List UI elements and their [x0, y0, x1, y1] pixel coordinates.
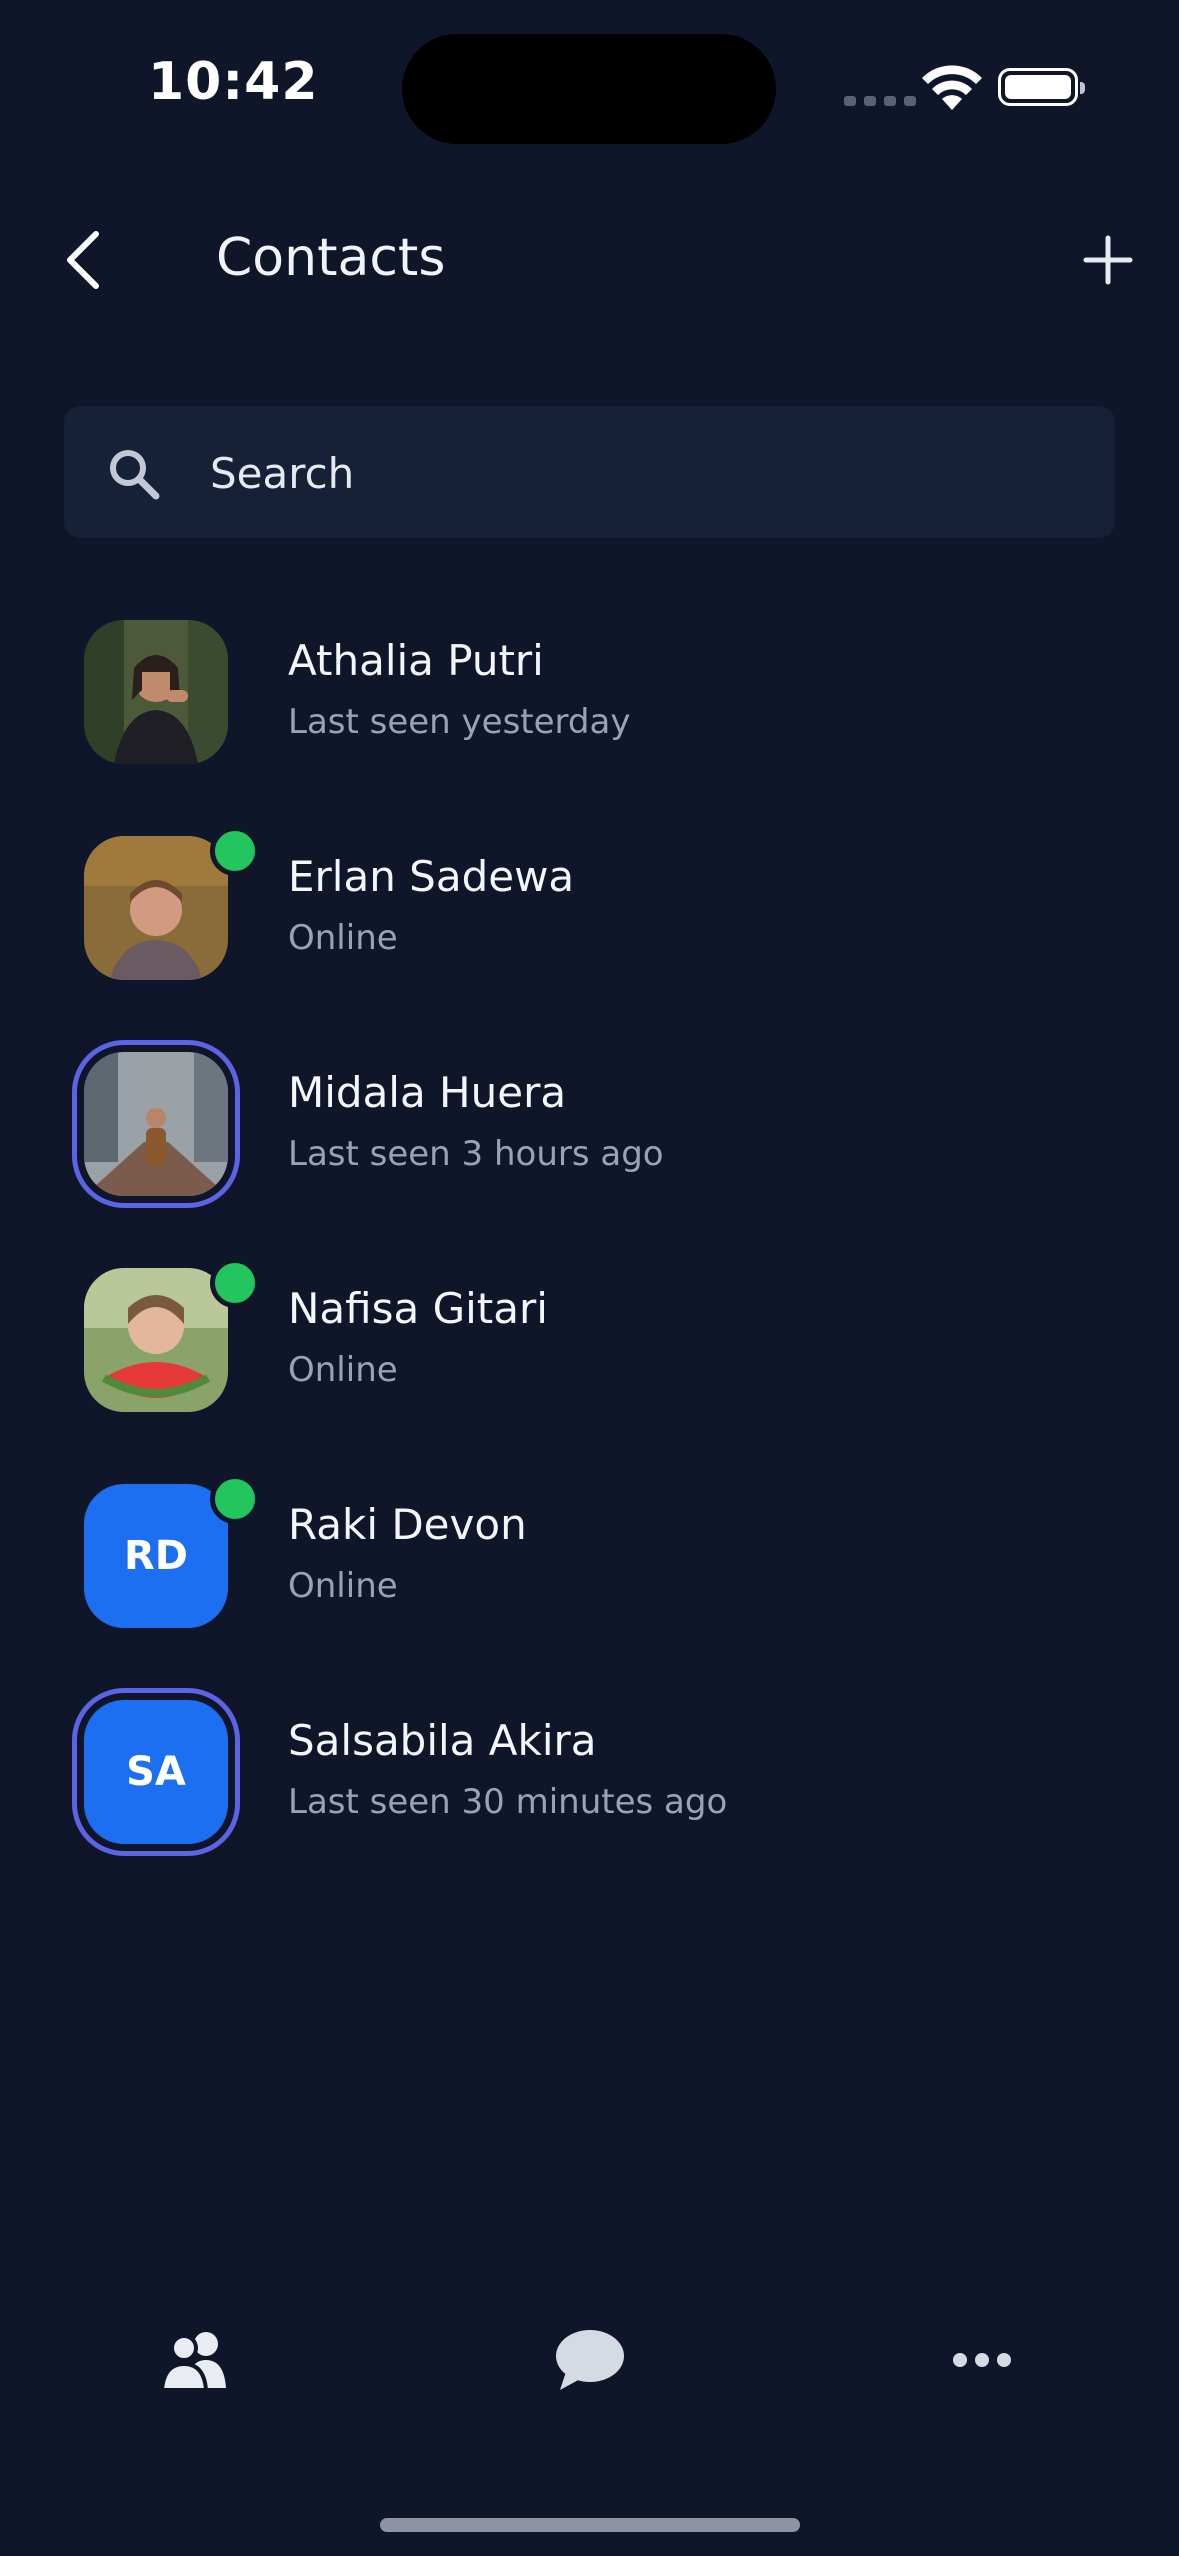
dynamic-island [402, 34, 776, 144]
cellular-signal-icon [844, 96, 916, 106]
battery-icon [998, 68, 1085, 106]
back-button[interactable] [58, 228, 110, 292]
avatar-initials: RD [84, 1484, 228, 1628]
online-indicator [210, 1474, 260, 1524]
avatar-photo [84, 1052, 228, 1196]
avatar-photo [84, 836, 228, 980]
contact-status: Last seen 30 minutes ago [288, 1782, 728, 1822]
contact-status: Online [288, 1566, 398, 1606]
online-indicator [210, 1258, 260, 1308]
contact-name: Nafisa Gitari [288, 1284, 548, 1333]
contact-row[interactable]: RD Raki Devon Online [64, 1444, 1115, 1644]
contact-status: Online [288, 1350, 398, 1390]
contact-row[interactable]: Nafisa Gitari Online [64, 1228, 1115, 1428]
more-icon [953, 2353, 1011, 2367]
contact-name: Midala Huera [288, 1068, 567, 1117]
avatar [84, 826, 260, 980]
search-bar[interactable] [64, 406, 1115, 540]
status-time: 10:42 [148, 52, 319, 112]
tab-contacts[interactable] [136, 2310, 256, 2410]
contact-status: Last seen 3 hours ago [288, 1134, 664, 1174]
search-input[interactable] [208, 406, 1072, 540]
contact-name: Salsabila Akira [288, 1716, 597, 1765]
tab-more[interactable] [922, 2310, 1042, 2410]
contact-row[interactable]: Midala Huera Last seen 3 hours ago [64, 1012, 1115, 1212]
avatar-photo [84, 1268, 228, 1412]
contact-row[interactable]: Athalia Putri Last seen yesterday [64, 580, 1115, 780]
avatar [84, 1052, 228, 1196]
avatar [84, 1258, 260, 1412]
page-title: Contacts [216, 228, 446, 288]
wifi-icon [922, 65, 982, 110]
contact-name: Athalia Putri [288, 636, 544, 685]
contact-name: Erlan Sadewa [288, 852, 575, 901]
home-indicator [380, 2518, 800, 2532]
avatar: RD [84, 1474, 260, 1628]
avatar-initials: SA [84, 1700, 228, 1844]
contact-status: Last seen yesterday [288, 702, 631, 742]
contacts-icon [159, 2332, 226, 2392]
avatar: SA [84, 1700, 228, 1844]
add-contact-button[interactable] [1080, 232, 1136, 288]
avatar [84, 620, 228, 764]
contact-row[interactable]: Erlan Sadewa Online [64, 796, 1115, 996]
tab-chats[interactable] [530, 2310, 650, 2410]
contact-status: Online [288, 918, 398, 958]
chat-icon [556, 2330, 624, 2390]
status-bar: 10:42 [0, 0, 1179, 170]
avatar-photo [84, 620, 228, 764]
contact-name: Raki Devon [288, 1500, 527, 1549]
tab-bar [0, 2290, 1179, 2430]
search-icon [110, 450, 160, 500]
contact-row[interactable]: SA Salsabila Akira Last seen 30 minutes … [64, 1660, 1115, 1860]
online-indicator [210, 826, 260, 876]
